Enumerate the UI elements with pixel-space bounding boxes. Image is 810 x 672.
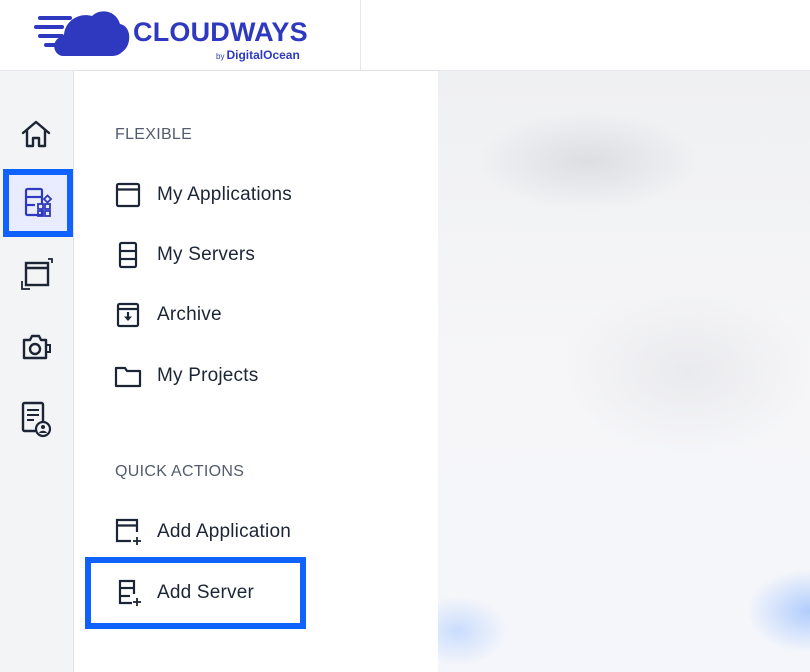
account-document-icon xyxy=(21,401,52,438)
menu-item-label: Archive xyxy=(157,304,222,325)
applications-servers-icon xyxy=(24,187,53,217)
menu-item-label: My Servers xyxy=(157,244,256,265)
window-icon xyxy=(21,258,53,290)
home-icon xyxy=(21,120,51,148)
rail-applications-button[interactable] xyxy=(3,169,73,237)
icon-rail xyxy=(0,71,74,672)
menu-item-my-projects[interactable]: My Projects xyxy=(114,358,258,394)
folder-icon xyxy=(114,362,146,390)
rail-home-button[interactable] xyxy=(12,110,60,158)
menu-item-label: Add Server xyxy=(157,582,255,603)
menu-item-label: My Applications xyxy=(157,184,293,205)
add-server-icon xyxy=(114,579,146,607)
menu-item-my-applications[interactable]: My Applications xyxy=(114,177,292,213)
rail-active-inner xyxy=(9,175,67,231)
top-header: CLOUDWAYS by DigitalOcean xyxy=(0,0,810,71)
application-window-icon xyxy=(114,181,146,209)
brand-sub-prefix: by xyxy=(216,52,225,61)
archive-box-icon xyxy=(114,301,146,329)
cloud-logo-icon xyxy=(34,11,130,56)
rail-window-button[interactable] xyxy=(12,251,60,299)
menu-item-label: My Projects xyxy=(157,365,259,386)
brand-name: CLOUDWAYS xyxy=(133,17,308,47)
menu-item-archive[interactable]: Archive xyxy=(114,297,222,333)
menu-item-add-application[interactable]: Add Application xyxy=(114,514,291,550)
section-flexible-label: FLEXIBLE xyxy=(115,126,193,143)
section-quick-actions-label: QUICK ACTIONS xyxy=(115,463,245,480)
brand-sub-name: DigitalOcean xyxy=(226,48,300,62)
rail-account-button[interactable] xyxy=(12,395,60,443)
menu-item-my-servers[interactable]: My Servers xyxy=(114,237,255,273)
camera-addon-icon xyxy=(22,334,51,360)
main-content-blurred xyxy=(438,71,810,672)
menu-item-label: Add Application xyxy=(157,521,291,542)
brand-subtitle: by DigitalOcean xyxy=(216,48,300,62)
server-icon xyxy=(114,241,146,269)
rail-addons-button[interactable] xyxy=(12,323,60,371)
navigation-menu: FLEXIBLE My Applications My Servers Arch… xyxy=(74,71,438,672)
menu-item-add-server[interactable]: Add Server xyxy=(114,575,254,611)
brand-logo[interactable]: CLOUDWAYS by DigitalOcean xyxy=(0,0,361,71)
add-application-icon xyxy=(114,518,146,546)
